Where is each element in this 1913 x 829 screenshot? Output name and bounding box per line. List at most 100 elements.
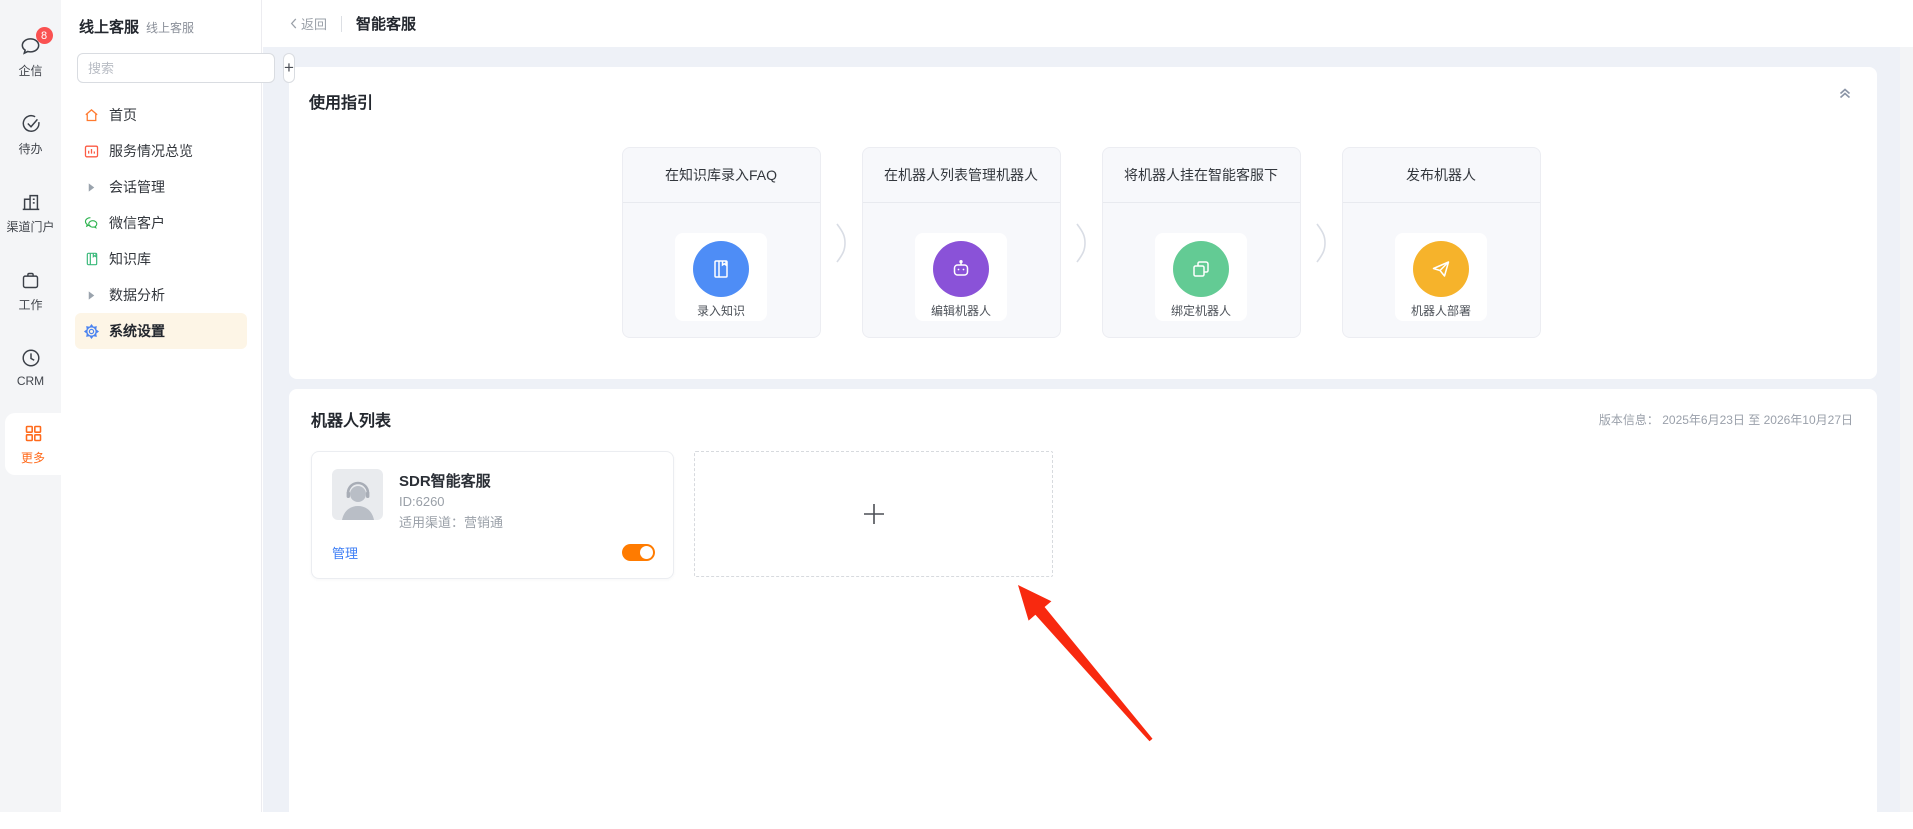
rail-item-work[interactable]: 工作 [0,260,61,322]
step-header: 在机器人列表管理机器人 [862,148,1060,203]
page-title: 智能客服 [356,16,417,33]
back-label: 返回 [301,17,328,32]
wechat-icon [83,215,100,232]
step-tile[interactable]: 机器人部署 [1395,233,1487,321]
search-input[interactable] [77,53,275,83]
guide-steps-row: 在知识库录入FAQ 录入知识 在机器人列表管理机器人 编辑机器人 将机器人挂在智… [309,147,1853,338]
sidebar-item-label: 微信客户 [109,215,165,231]
back-button[interactable]: 返回 [289,14,327,33]
robot-enabled-toggle[interactable] [622,544,655,561]
robot-icon [933,241,989,297]
header-divider [341,15,343,32]
usage-guide-card: 使用指引 在知识库录入FAQ 录入知识 在机器人列表管理机器人 编辑机器人 将机… [289,67,1877,379]
robot-avatar [332,469,383,520]
robot-cards-row: SDR智能客服 ID:6260 适用渠道：营销通 管理 [311,451,1853,579]
bind-overlap-icon [1173,241,1229,297]
sidebar-item-data-analysis[interactable]: 数据分析 [75,277,247,313]
rail-item-label: 工作 [18,298,43,312]
version-label: 版本信息： [1598,412,1659,427]
step-label: 绑定机器人 [1170,304,1231,318]
sidebar-menu: 首页 服务情况总览 会话管理 微信客户 知识库 数据分析 系统设置 [75,97,247,349]
step-header: 发布机器人 [1342,148,1540,203]
scrollbar[interactable] [1900,47,1913,812]
chevron-right-icon [83,179,100,196]
step-label: 录入知识 [696,304,745,318]
rail-item-label: 待办 [18,142,43,156]
content: 使用指引 在知识库录入FAQ 录入知识 在机器人列表管理机器人 编辑机器人 将机… [263,47,1913,829]
sidebar-item-system-settings[interactable]: 系统设置 [75,313,247,349]
step-tile[interactable]: 绑定机器人 [1155,233,1247,321]
chevron-left-icon [290,18,297,29]
manage-link[interactable]: 管理 [332,543,358,562]
sidebar-item-knowledge-base[interactable]: 知识库 [75,241,247,277]
knowledge-book-icon [693,241,749,297]
collapse-icon[interactable] [1837,85,1853,101]
sidebar-search-row: + [75,53,295,83]
buildings-icon [19,190,43,214]
step-tile[interactable]: 录入知识 [675,233,767,321]
guide-step-manage-robot: 在机器人列表管理机器人 编辑机器人 [861,147,1061,338]
add-robot-button[interactable] [694,451,1053,577]
sidebar-item-wechat-customers[interactable]: 微信客户 [75,205,247,241]
robot-list-card: 机器人列表 版本信息： 2025年6月23日 至 2026年10月27日 SDR… [289,389,1877,829]
robot-name: SDR智能客服 [399,473,491,490]
app-rail: 8 企信 待办 渠道门户 工作 CRM 更多 [0,0,61,812]
robot-channel: 适用渠道：营销通 [399,515,504,530]
clock-icon [19,346,43,370]
unread-badge: 8 [35,27,53,44]
step-tile[interactable]: 编辑机器人 [915,233,1007,321]
home-icon [83,107,100,124]
sidebar-item-label: 首页 [109,107,137,123]
sidebar-item-label: 知识库 [109,251,151,267]
guide-step-publish-robot: 发布机器人 机器人部署 [1341,147,1541,338]
step-separator-chevron-icon [821,222,862,264]
step-label: 机器人部署 [1410,304,1471,318]
chevron-right-icon [83,287,100,304]
sidebar-item-label: 服务情况总览 [109,143,193,159]
robot-card-sdr: SDR智能客服 ID:6260 适用渠道：营销通 管理 [311,451,674,579]
check-circle-icon [19,112,43,136]
grid-icon [21,421,45,445]
book-icon [83,251,100,268]
sidebar-title-row: 线上客服 线上客服 [75,16,247,37]
module-sidebar: 线上客服 线上客服 + 首页 服务情况总览 [61,0,295,812]
step-separator-chevron-icon [1301,222,1342,264]
robot-id: ID:6260 [399,494,445,509]
main-header: 返回 智能客服 [263,0,1913,47]
rail-item-label: 更多 [20,451,45,465]
rail-item-qixin[interactable]: 8 企信 [0,26,61,88]
step-separator-chevron-icon [1061,222,1102,264]
sidebar-item-home[interactable]: 首页 [75,97,247,133]
sidebar-item-label: 会话管理 [109,179,165,195]
briefcase-icon [19,268,43,292]
rail-item-todo[interactable]: 待办 [0,104,61,166]
guide-step-enter-faq: 在知识库录入FAQ 录入知识 [621,147,821,338]
robot-list-header: 机器人列表 版本信息： 2025年6月23日 至 2026年10月27日 [311,407,1853,431]
sidebar-subtitle: 线上客服 [146,21,195,35]
version-info: 版本信息： 2025年6月23日 至 2026年10月27日 [1599,411,1853,428]
sidebar-item-session-mgmt[interactable]: 会话管理 [75,169,247,205]
rail-item-label: 渠道门户 [6,220,55,234]
rail-item-portal[interactable]: 渠道门户 [0,182,61,244]
sidebar-item-label: 系统设置 [109,323,165,339]
guide-step-bind-robot: 将机器人挂在智能客服下 绑定机器人 [1101,147,1301,338]
sidebar-item-label: 数据分析 [109,287,165,303]
bar-chart-icon [83,143,100,160]
rail-item-label: 企信 [18,64,43,78]
robot-list-title: 机器人列表 [311,413,392,430]
rail-item-crm[interactable]: CRM [0,338,61,397]
rail-item-more[interactable]: 更多 [5,413,61,475]
version-value: 2025年6月23日 至 2026年10月27日 [1662,412,1853,427]
main-area: 返回 智能客服 使用指引 在知识库录入FAQ 录入知识 在机器人列表管理机器人 … [263,0,1913,829]
step-header: 将机器人挂在智能客服下 [1102,148,1300,203]
guide-title: 使用指引 [309,95,374,112]
sidebar-title: 线上客服 [79,19,140,36]
gear-icon [83,323,100,340]
step-label: 编辑机器人 [930,304,991,318]
add-button[interactable]: + [283,53,295,83]
sidebar-item-service-overview[interactable]: 服务情况总览 [75,133,247,169]
plus-icon [863,504,884,524]
step-header: 在知识库录入FAQ [622,148,820,203]
chat-icon: 8 [19,27,53,58]
rail-item-label: CRM [16,374,45,388]
